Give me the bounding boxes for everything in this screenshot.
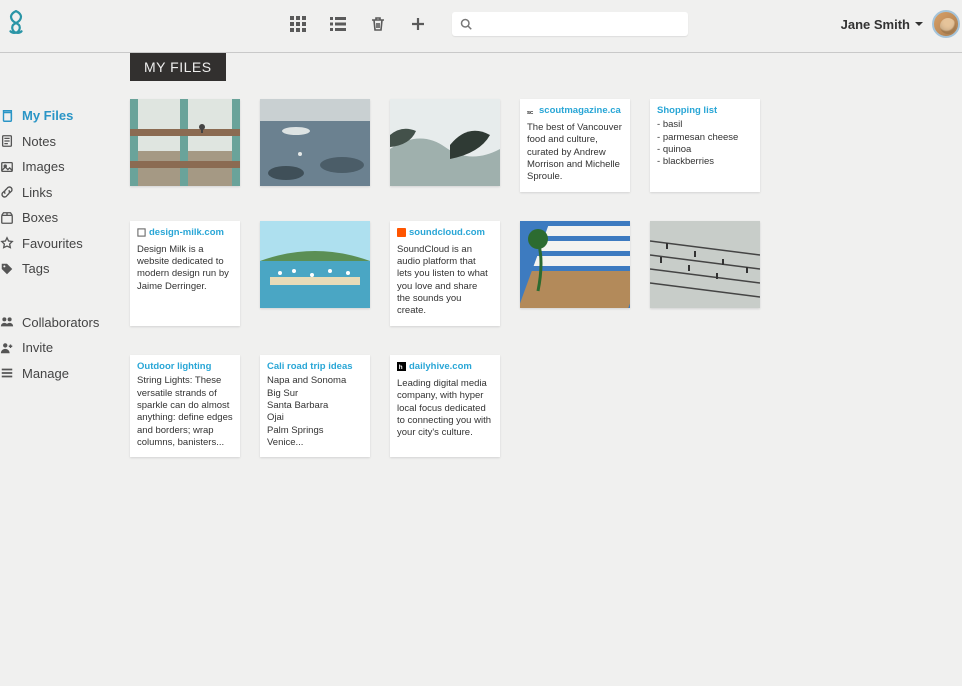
card-body: The best of Vancouver food and culture, … — [527, 122, 623, 184]
favicon-icon — [397, 228, 406, 237]
search-input[interactable] — [478, 17, 680, 31]
page-title: MY FILES — [130, 53, 226, 81]
trash-icon[interactable] — [370, 16, 386, 32]
toolbar — [290, 16, 426, 32]
star-icon — [0, 236, 14, 250]
image-icon — [0, 160, 14, 174]
card-body: Leading digital media company, with hype… — [397, 378, 493, 440]
sidebar-item-favourites[interactable]: Favourites — [0, 231, 130, 257]
sidebar-item-boxes[interactable]: Boxes — [0, 205, 130, 231]
app-logo[interactable] — [2, 10, 30, 38]
card-body: String Lights: These versatile strands o… — [137, 375, 233, 449]
file-card-note-cali-road-trip[interactable]: Cali road trip ideas Napa and Sonoma Big… — [260, 355, 370, 457]
chevron-down-icon — [914, 19, 924, 29]
search-icon — [460, 18, 472, 30]
svg-text:SC: SC — [527, 110, 534, 115]
add-icon[interactable] — [410, 16, 426, 32]
card-body: SoundCloud is an audio platform that let… — [397, 244, 493, 318]
file-card-image[interactable] — [260, 99, 370, 186]
sidebar-item-label: Boxes — [22, 208, 58, 228]
list-view-icon[interactable] — [330, 16, 346, 32]
sidebar-item-manage[interactable]: Manage — [0, 361, 130, 387]
sidebar-item-images[interactable]: Images — [0, 154, 130, 180]
tag-icon — [0, 262, 14, 276]
file-card-image[interactable] — [520, 221, 630, 308]
avatar[interactable] — [932, 10, 960, 38]
file-grid: SC scoutmagazine.ca The best of Vancouve… — [130, 99, 962, 457]
sidebar-item-label: Links — [22, 183, 52, 203]
user-name-label: Jane Smith — [841, 17, 910, 32]
file-card-image[interactable] — [650, 221, 760, 308]
sidebar: My Files Notes Images Links Boxes — [0, 53, 130, 457]
box-icon — [0, 211, 14, 225]
favicon-icon — [137, 228, 146, 237]
favicon-icon: h — [397, 362, 406, 371]
file-card-link-soundcloud[interactable]: soundcloud.com SoundCloud is an audio pl… — [390, 221, 500, 326]
sidebar-item-label: Collaborators — [22, 313, 99, 333]
sidebar-item-links[interactable]: Links — [0, 180, 130, 206]
note-icon — [0, 134, 14, 148]
sidebar-item-tags[interactable]: Tags — [0, 256, 130, 282]
sidebar-item-label: Notes — [22, 132, 56, 152]
search-box[interactable] — [452, 12, 688, 36]
users-icon — [0, 315, 14, 329]
sidebar-item-invite[interactable]: Invite — [0, 335, 130, 361]
link-host: design-milk.com — [137, 227, 224, 239]
card-list: Napa and Sonoma Big Sur Santa Barbara Oj… — [267, 375, 363, 449]
favicon-icon: SC — [527, 107, 536, 116]
file-card-image[interactable] — [260, 221, 370, 308]
sidebar-item-label: My Files — [22, 106, 73, 126]
link-icon — [0, 185, 14, 199]
top-bar: Jane Smith — [0, 0, 962, 53]
copy-icon — [0, 109, 14, 123]
file-card-note-shopping-list[interactable]: Shopping list basil parmesan cheese quin… — [650, 99, 760, 192]
sidebar-item-label: Images — [22, 157, 65, 177]
user-dropdown[interactable]: Jane Smith — [841, 17, 924, 32]
sidebar-item-label: Favourites — [22, 234, 83, 254]
main-area: MY FILES — [130, 53, 962, 457]
grid-view-icon[interactable] — [290, 16, 306, 32]
file-card-link-design-milk[interactable]: design-milk.com Design Milk is a website… — [130, 221, 240, 326]
svg-text:h: h — [399, 365, 403, 372]
card-body: Design Milk is a website dedicated to mo… — [137, 244, 233, 293]
user-plus-icon — [0, 341, 14, 355]
link-host: soundcloud.com — [397, 227, 485, 239]
file-card-image[interactable] — [390, 99, 500, 186]
sidebar-item-notes[interactable]: Notes — [0, 129, 130, 155]
file-card-image[interactable] — [130, 99, 240, 186]
sidebar-item-my-files[interactable]: My Files — [0, 103, 130, 129]
card-title: Outdoor lighting — [137, 361, 211, 372]
link-host: SC scoutmagazine.ca — [527, 105, 621, 117]
sidebar-item-collaborators[interactable]: Collaborators — [0, 310, 130, 336]
link-host: h dailyhive.com — [397, 361, 472, 373]
sidebar-item-label: Invite — [22, 338, 53, 358]
file-card-link-scoutmagazine[interactable]: SC scoutmagazine.ca The best of Vancouve… — [520, 99, 630, 192]
card-title: Cali road trip ideas — [267, 361, 353, 372]
user-menu: Jane Smith — [841, 10, 960, 38]
list-icon — [0, 366, 14, 380]
card-list: basil parmesan cheese quinoa blackberrie… — [657, 119, 753, 168]
sidebar-item-label: Manage — [22, 364, 69, 384]
file-card-link-dailyhive[interactable]: h dailyhive.com Leading digital media co… — [390, 355, 500, 457]
sidebar-item-label: Tags — [22, 259, 49, 279]
file-card-note-outdoor-lighting[interactable]: Outdoor lighting String Lights: These ve… — [130, 355, 240, 457]
card-title: Shopping list — [657, 105, 717, 116]
